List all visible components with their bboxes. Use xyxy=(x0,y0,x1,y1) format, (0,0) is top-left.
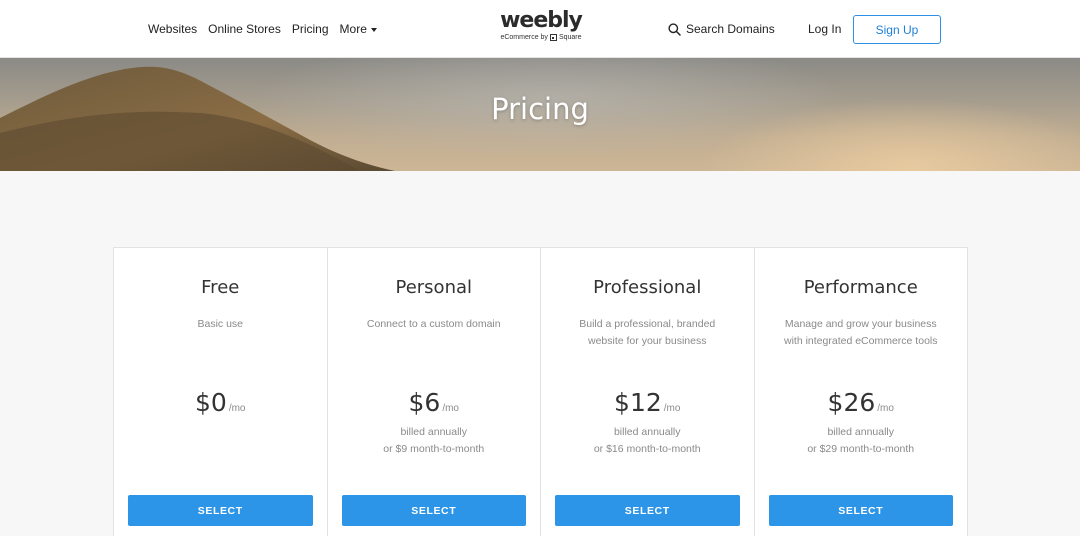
billing-info: billed annually or $16 month-to-month xyxy=(541,424,754,458)
logo-tagline-brand: Square xyxy=(558,34,582,41)
price-period: /mo xyxy=(663,403,681,414)
weebly-logo[interactable]: weebly eCommerce by Square xyxy=(494,9,588,42)
nav-more-label: More xyxy=(339,22,367,36)
billing-info: billed annually or $9 month-to-month xyxy=(328,424,541,458)
plan-description: Manage and grow your business with integ… xyxy=(784,318,938,347)
billing-line: or $16 month-to-month xyxy=(593,443,701,455)
plan-description: Build a professional, branded website fo… xyxy=(579,318,716,347)
login-link[interactable]: Log In xyxy=(808,0,841,58)
signup-button[interactable]: Sign Up xyxy=(853,15,941,44)
plan-price: $6/mo xyxy=(328,388,541,417)
search-domains-link[interactable]: Search Domains xyxy=(668,0,775,58)
billing-line: billed annually xyxy=(400,426,468,438)
select-professional-button[interactable]: SELECT xyxy=(555,495,740,526)
plan-description: Connect to a custom domain xyxy=(366,318,501,330)
plan-card-professional: Professional Build a professional, brand… xyxy=(541,248,755,536)
primary-nav: Websites Online Stores Pricing More xyxy=(148,0,377,58)
pricing-plans: Free Basic use $0/mo SELECT Personal Con… xyxy=(113,247,968,536)
plan-card-performance: Performance Manage and grow your busines… xyxy=(755,248,968,536)
logo-wordmark: weebly xyxy=(500,8,583,33)
plan-card-free: Free Basic use $0/mo SELECT xyxy=(114,248,328,536)
billing-line: billed annually xyxy=(827,426,895,438)
select-performance-button[interactable]: SELECT xyxy=(768,495,953,526)
chevron-down-icon xyxy=(370,27,377,32)
plan-name: Free xyxy=(201,277,240,298)
plan-name: Personal xyxy=(395,277,473,298)
plan-name: Professional xyxy=(593,277,702,298)
select-personal-button[interactable]: SELECT xyxy=(341,495,526,526)
plan-name: Performance xyxy=(803,277,918,298)
price-period: /mo xyxy=(228,403,246,414)
nav-link-more[interactable]: More xyxy=(340,22,377,36)
page-title: Pricing xyxy=(491,92,589,126)
hero-banner: Pricing xyxy=(0,58,1080,171)
price-amount: $12 xyxy=(614,388,662,417)
plan-price: $0/mo xyxy=(114,388,327,417)
select-free-button[interactable]: SELECT xyxy=(128,495,313,526)
nav-link-online-stores[interactable]: Online Stores xyxy=(208,22,281,36)
search-domains-label: Search Domains xyxy=(686,22,775,36)
top-navigation: Websites Online Stores Pricing More weeb… xyxy=(0,0,1080,58)
price-period: /mo xyxy=(877,403,894,414)
logo-tagline-prefix: eCommerce by xyxy=(500,34,548,41)
plan-price: $12/mo xyxy=(541,388,754,417)
price-period: /mo xyxy=(442,403,459,414)
billing-info: billed annually or $29 month-to-month xyxy=(755,424,968,458)
plan-description: Basic use xyxy=(197,318,244,330)
billing-line: billed annually xyxy=(613,426,681,438)
price-amount: $6 xyxy=(408,388,441,417)
search-icon xyxy=(668,22,681,36)
billing-line: or $29 month-to-month xyxy=(807,443,915,455)
plan-price: $26/mo xyxy=(755,388,968,417)
logo-tagline: eCommerce by Square xyxy=(494,33,588,42)
nav-link-pricing[interactable]: Pricing xyxy=(292,22,329,36)
price-amount: $26 xyxy=(827,388,876,417)
nav-link-websites[interactable]: Websites xyxy=(148,22,197,36)
square-logo-icon xyxy=(549,34,557,41)
billing-line: or $9 month-to-month xyxy=(383,443,485,455)
plan-card-personal: Personal Connect to a custom domain $6/m… xyxy=(328,248,541,536)
price-amount: $0 xyxy=(195,388,227,417)
